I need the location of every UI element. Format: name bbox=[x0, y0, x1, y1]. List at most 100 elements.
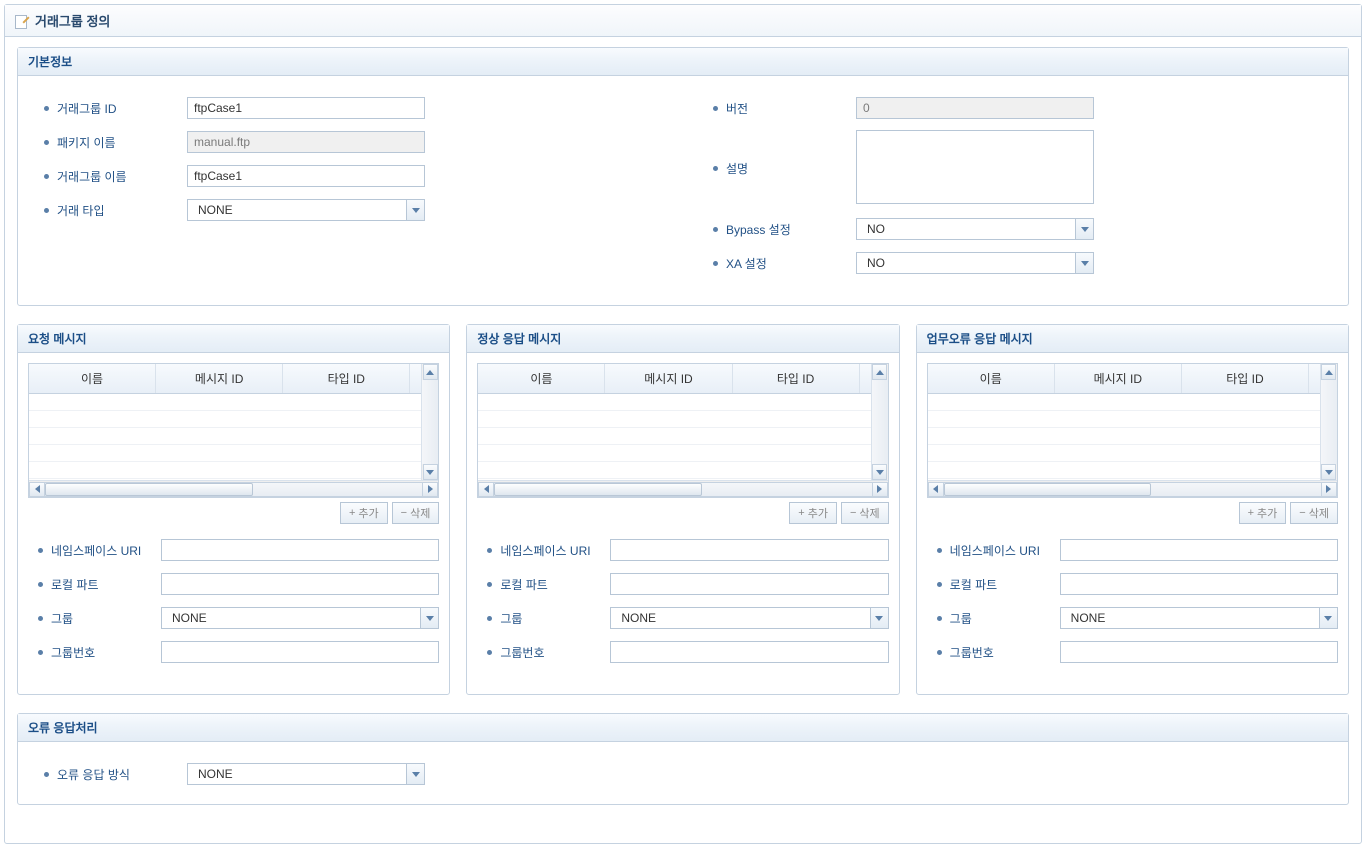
label-package-name: 패키지 이름 bbox=[57, 134, 187, 151]
scroll-thumb[interactable] bbox=[45, 483, 253, 496]
bullet-icon bbox=[487, 582, 492, 587]
scroll-up-icon[interactable] bbox=[872, 364, 887, 380]
select-error-mode[interactable]: NONE bbox=[187, 763, 425, 785]
section-basic-info: 기본정보 거래그룹 ID 패키지 이름 bbox=[17, 47, 1349, 306]
message-sections: 요청 메시지 이름 메시지 ID 타입 ID t bbox=[17, 324, 1349, 695]
bullet-icon bbox=[937, 582, 942, 587]
scroll-thumb[interactable] bbox=[494, 483, 702, 496]
select-tx-type[interactable]: NONE bbox=[187, 199, 425, 221]
label-local-part: 로컬 파트 bbox=[950, 576, 1060, 593]
scroll-left-icon[interactable] bbox=[478, 482, 494, 497]
input-group-no[interactable] bbox=[1060, 641, 1338, 663]
scroll-down-icon[interactable] bbox=[423, 464, 438, 480]
label-group-no: 그룹번호 bbox=[51, 644, 161, 661]
bullet-icon bbox=[38, 548, 43, 553]
horizontal-scrollbar[interactable] bbox=[478, 480, 887, 497]
scroll-right-icon[interactable] bbox=[1321, 482, 1337, 497]
section-request-message: 요청 메시지 이름 메시지 ID 타입 ID t bbox=[17, 324, 450, 695]
section-response-ok-message: 정상 응답 메시지 이름 메시지 ID 타입 ID t bbox=[466, 324, 899, 695]
bullet-icon bbox=[937, 650, 942, 655]
error-handling-header: 오류 응답처리 bbox=[18, 714, 1348, 742]
col-message-id[interactable]: 메시지 ID bbox=[156, 364, 283, 393]
delete-button[interactable]: −삭제 bbox=[841, 502, 889, 524]
panel-header: 거래그룹 정의 bbox=[5, 5, 1361, 37]
input-ns-uri[interactable] bbox=[1060, 539, 1338, 561]
scroll-down-icon[interactable] bbox=[1321, 464, 1336, 480]
col-type-id[interactable]: 타입 ID bbox=[1182, 364, 1309, 393]
scroll-right-icon[interactable] bbox=[422, 482, 438, 497]
minus-icon: − bbox=[401, 507, 407, 519]
transaction-group-panel: 거래그룹 정의 기본정보 거래그룹 ID 패 bbox=[4, 4, 1362, 844]
col-type-id[interactable]: 타입 ID bbox=[733, 364, 860, 393]
chevron-down-icon bbox=[1075, 253, 1093, 273]
add-button[interactable]: +추가 bbox=[789, 502, 837, 524]
scroll-up-icon[interactable] bbox=[423, 364, 438, 380]
col-type-id[interactable]: 타입 ID bbox=[283, 364, 410, 393]
bullet-icon bbox=[38, 650, 43, 655]
col-message-id[interactable]: 메시지 ID bbox=[605, 364, 732, 393]
col-name[interactable]: 이름 bbox=[928, 364, 1055, 393]
vertical-scrollbar[interactable] bbox=[871, 364, 888, 480]
select-bypass[interactable]: NO bbox=[856, 218, 1094, 240]
response-err-header: 업무오류 응답 메시지 bbox=[917, 325, 1348, 353]
bullet-icon bbox=[713, 166, 718, 171]
horizontal-scrollbar[interactable] bbox=[928, 480, 1337, 497]
table-body[interactable] bbox=[29, 394, 438, 480]
page-title: 거래그룹 정의 bbox=[35, 11, 110, 30]
scroll-left-icon[interactable] bbox=[928, 482, 944, 497]
input-group-no[interactable] bbox=[610, 641, 888, 663]
input-local-part[interactable] bbox=[610, 573, 888, 595]
label-ns-uri: 네임스페이스 URI bbox=[950, 542, 1060, 559]
bullet-icon bbox=[44, 772, 49, 777]
horizontal-scrollbar[interactable] bbox=[29, 480, 438, 497]
bullet-icon bbox=[713, 227, 718, 232]
section-basic-header: 기본정보 bbox=[18, 48, 1348, 76]
plus-icon: + bbox=[1248, 507, 1254, 519]
chevron-down-icon bbox=[420, 608, 438, 628]
input-group-id[interactable] bbox=[187, 97, 425, 119]
vertical-scrollbar[interactable] bbox=[1320, 364, 1337, 480]
col-message-id[interactable]: 메시지 ID bbox=[1055, 364, 1182, 393]
input-local-part[interactable] bbox=[1060, 573, 1338, 595]
label-description: 설명 bbox=[726, 160, 856, 177]
input-group-no[interactable] bbox=[161, 641, 439, 663]
scroll-thumb[interactable] bbox=[944, 483, 1152, 496]
scroll-down-icon[interactable] bbox=[872, 464, 887, 480]
minus-icon: − bbox=[1299, 507, 1305, 519]
add-button[interactable]: +추가 bbox=[1239, 502, 1287, 524]
label-bypass: Bypass 설정 bbox=[726, 221, 856, 238]
response-ok-header: 정상 응답 메시지 bbox=[467, 325, 898, 353]
table-body[interactable] bbox=[928, 394, 1337, 480]
chevron-down-icon bbox=[406, 200, 424, 220]
scroll-right-icon[interactable] bbox=[872, 482, 888, 497]
col-name[interactable]: 이름 bbox=[478, 364, 605, 393]
add-button[interactable]: +추가 bbox=[340, 502, 388, 524]
vertical-scrollbar[interactable] bbox=[421, 364, 438, 480]
table-body[interactable] bbox=[478, 394, 887, 480]
delete-button[interactable]: −삭제 bbox=[1290, 502, 1338, 524]
select-group[interactable]: NONE bbox=[610, 607, 888, 629]
request-table: 이름 메시지 ID 타입 ID t bbox=[28, 363, 439, 498]
textarea-description[interactable] bbox=[856, 130, 1094, 204]
bullet-icon bbox=[937, 616, 942, 621]
scroll-up-icon[interactable] bbox=[1321, 364, 1336, 380]
label-group-name: 거래그룹 이름 bbox=[57, 168, 187, 185]
label-xa: XA 설정 bbox=[726, 255, 856, 272]
input-local-part[interactable] bbox=[161, 573, 439, 595]
input-ns-uri[interactable] bbox=[610, 539, 888, 561]
chevron-down-icon bbox=[1075, 219, 1093, 239]
select-group[interactable]: NONE bbox=[161, 607, 439, 629]
label-ns-uri: 네임스페이스 URI bbox=[500, 542, 610, 559]
select-group[interactable]: NONE bbox=[1060, 607, 1338, 629]
delete-button[interactable]: −삭제 bbox=[392, 502, 440, 524]
select-xa[interactable]: NO bbox=[856, 252, 1094, 274]
input-ns-uri[interactable] bbox=[161, 539, 439, 561]
scroll-left-icon[interactable] bbox=[29, 482, 45, 497]
label-tx-type: 거래 타입 bbox=[57, 202, 187, 219]
col-name[interactable]: 이름 bbox=[29, 364, 156, 393]
label-local-part: 로컬 파트 bbox=[500, 576, 610, 593]
label-version: 버전 bbox=[726, 100, 856, 117]
input-group-name[interactable] bbox=[187, 165, 425, 187]
bullet-icon bbox=[38, 616, 43, 621]
response-err-table: 이름 메시지 ID 타입 ID t bbox=[927, 363, 1338, 498]
